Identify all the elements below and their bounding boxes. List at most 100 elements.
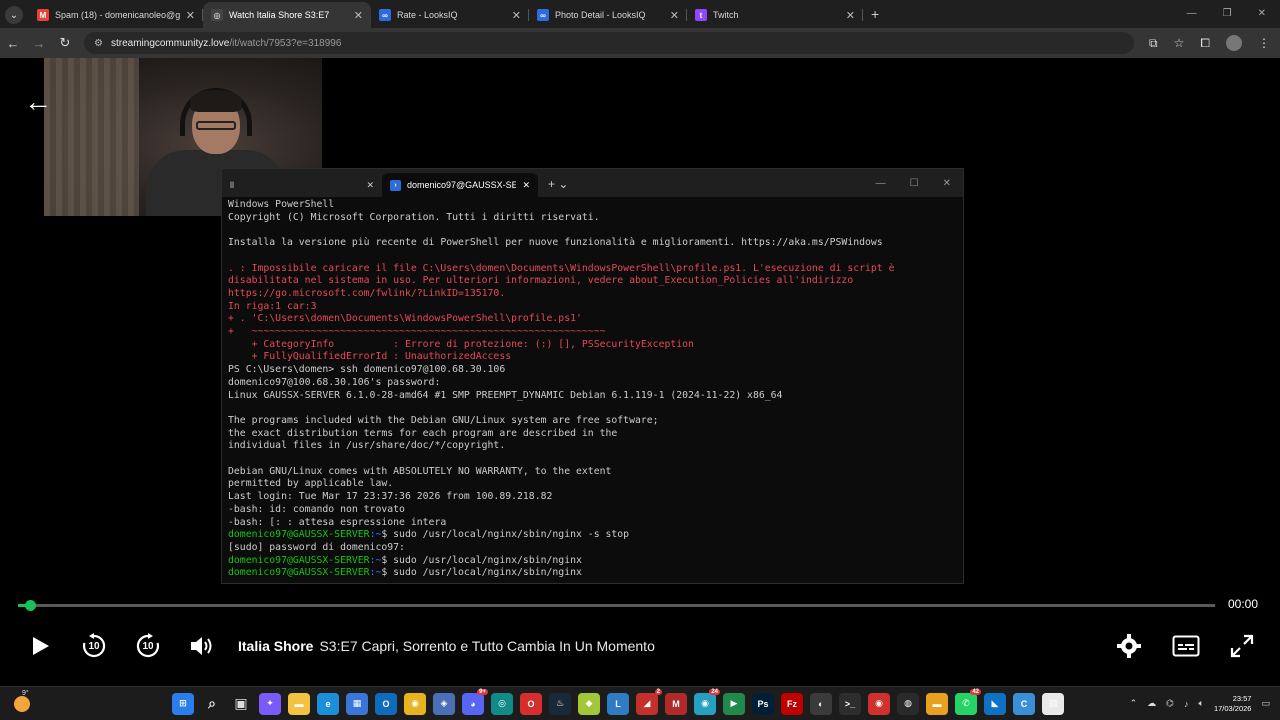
browser-tab[interactable]: ◎ Watch Italia Shore S3:E7 ✕ — [203, 2, 371, 28]
close-icon[interactable]: ✕ — [943, 178, 951, 189]
seek-bar[interactable] — [18, 600, 1215, 611]
profile-avatar[interactable] — [1226, 35, 1242, 51]
close-icon[interactable]: ✕ — [366, 180, 374, 191]
reload-icon[interactable]: ↻ — [52, 35, 78, 51]
terminal-line: disabilitata nel sistema in uso. Per ult… — [228, 275, 854, 287]
store-icon[interactable]: ▦ — [346, 692, 368, 715]
start-icon[interactable]: ⊞ — [172, 692, 194, 715]
forward-10-icon[interactable]: 10 — [134, 632, 162, 660]
back-icon[interactable]: ← — [0, 36, 26, 51]
photoshop-icon[interactable]: Ps — [752, 692, 774, 715]
clock[interactable]: 23:57 17/03/2026 — [1214, 694, 1252, 714]
menu-icon[interactable]: ⋮ — [1258, 36, 1270, 50]
close-icon[interactable]: ✕ — [1258, 8, 1266, 19]
notifications-icon[interactable]: ▭ — [1261, 698, 1270, 709]
volume-icon[interactable] — [188, 634, 216, 658]
terminal-tab[interactable]: ll ✕ — [222, 173, 382, 197]
back-arrow-icon[interactable]: ← — [24, 86, 52, 118]
cloud-icon[interactable]: ☁ — [1147, 698, 1156, 709]
speaker-icon[interactable]: 🔈︎ — [1199, 698, 1204, 709]
app-icon[interactable]: ◆ — [578, 692, 600, 715]
chrome-icon[interactable]: ◉ — [404, 692, 426, 715]
browser-tab[interactable]: M Spam (18) - domenicanoleo@gmail.com ✕ — [29, 2, 203, 28]
video-player[interactable]: ← ll ✕ › domenico97@GAUSSX-SERVE ✕ + ⌄ —… — [0, 58, 1280, 686]
extensions-icon[interactable]: ⧠ — [1200, 36, 1210, 51]
terminal-line: [sudo] password di domenico97: — [228, 541, 405, 553]
terminal-tab-title: ll — [230, 180, 234, 190]
tab-separator — [862, 9, 863, 21]
system-tray: ⌃ ☁ ⌬ ♪ 🔈︎ 23:57 17/03/2026 ▭ — [1130, 694, 1280, 714]
close-icon[interactable]: ✕ — [354, 9, 363, 22]
terminal-tab-active[interactable]: › domenico97@GAUSSX-SERVE ✕ — [382, 173, 538, 197]
steam-icon[interactable]: ♨ — [549, 692, 571, 715]
app-icon[interactable]: ◎ — [491, 692, 513, 715]
terminal-new-tab-button[interactable]: + ⌄ — [538, 177, 576, 197]
close-icon[interactable]: ✕ — [846, 9, 855, 22]
seek-handle[interactable] — [24, 600, 36, 611]
weather-widget[interactable]: 9° — [0, 690, 44, 712]
browser-tab-title: Spam (18) - domenicanoleo@gmail.com — [55, 10, 180, 20]
app-icon[interactable]: C — [1013, 692, 1035, 715]
app-icon[interactable]: ▶ — [723, 692, 745, 715]
bookmark-star-icon[interactable]: ☆ — [1174, 36, 1185, 50]
browser-tab[interactable]: ∞ Photo Detail - LooksIQ ✕ — [529, 2, 687, 28]
app-icon[interactable]: ◈ — [433, 692, 455, 715]
app-icon[interactable]: ◉ 24 — [694, 688, 720, 715]
subtitles-icon[interactable] — [1172, 635, 1200, 657]
terminal-icon[interactable]: >_ — [839, 692, 861, 715]
browser-tab[interactable]: t Twitch ✕ — [687, 2, 863, 28]
outlook-icon[interactable]: O — [375, 692, 397, 715]
play-icon[interactable] — [28, 634, 52, 658]
app-icon[interactable]: L — [607, 692, 629, 715]
settings-gear-icon[interactable] — [1116, 633, 1142, 659]
notification-badge: 2 — [654, 688, 662, 695]
vscode-icon[interactable]: ◣ — [984, 692, 1006, 715]
whatsapp-icon[interactable]: ✆ 42 — [955, 688, 981, 715]
browser-tab[interactable]: ∞ Rate - LooksIQ ✕ — [371, 2, 529, 28]
minimize-icon[interactable]: — — [1187, 8, 1197, 19]
opera-icon[interactable]: O — [520, 692, 542, 715]
network-icon[interactable]: ⌬ — [1166, 698, 1174, 709]
address-bar[interactable]: ⚙ streamingcommunityz.love/it/watch/7953… — [84, 32, 1134, 54]
discord-icon[interactable]: ◕ 9+ — [462, 688, 488, 715]
app-icon[interactable]: ◐ — [810, 692, 832, 715]
task-view-icon[interactable]: ▣ — [230, 693, 252, 715]
search-icon[interactable]: ⌕ — [201, 693, 223, 715]
new-tab-button[interactable]: + — [863, 6, 887, 28]
site-info-icon[interactable]: ⚙ — [94, 38, 103, 49]
maximize-icon[interactable]: ❐ — [1223, 8, 1232, 19]
terminal-line: domenico97@100.68.30.106's password: — [228, 376, 441, 388]
app-icon[interactable]: ▬ — [926, 692, 948, 715]
app-icon[interactable]: ▤ — [1042, 692, 1064, 715]
terminal-output[interactable]: Windows PowerShell Copyright (C) Microsof… — [222, 197, 963, 583]
file-explorer-icon[interactable]: ▬ — [288, 692, 310, 715]
terminal-line: + ~~~~~~~~~~~~~~~~~~~~~~~~~~~~~~~~~~~~~~… — [228, 326, 606, 338]
cast-icon[interactable]: ⧉ — [1149, 36, 1158, 51]
browser-tab-title: Twitch — [713, 10, 739, 20]
app-icon[interactable]: M — [665, 692, 687, 715]
fullscreen-icon[interactable] — [1230, 634, 1254, 658]
command-text: $ sudo /usr/local/nginx/sbin/nginx -s st… — [381, 529, 630, 541]
weather-temp: 9° — [22, 689, 29, 697]
close-icon[interactable]: ✕ — [670, 9, 679, 22]
rewind-10-icon[interactable]: 10 — [80, 632, 108, 660]
close-icon[interactable]: ✕ — [186, 9, 195, 22]
minimize-icon[interactable]: — — [876, 178, 886, 189]
maximize-icon[interactable]: ☐ — [910, 178, 919, 189]
close-icon[interactable]: ✕ — [512, 9, 521, 22]
terminal-line: + . 'C:\Users\domen\Documents\WindowsPow… — [228, 313, 582, 325]
forward-icon[interactable]: → — [26, 36, 52, 51]
tray-overflow-icon[interactable]: ⌃ — [1130, 698, 1138, 709]
episode-title: S3:E7 Capri, Sorrento e Tutto Cambia In … — [319, 638, 655, 654]
tab-search-dropdown-icon[interactable]: ⌄ — [5, 6, 23, 24]
app-icon[interactable]: ◢ 2 — [636, 688, 662, 715]
microphone-icon[interactable]: ♪ — [1184, 699, 1189, 709]
close-icon[interactable]: ✕ — [522, 180, 530, 191]
edge-icon[interactable]: e — [317, 692, 339, 715]
filezilla-icon[interactable]: Fz — [781, 692, 803, 715]
prompt-path: :~ — [369, 554, 382, 566]
terminal-line: . : Impossibile caricare il file C:\User… — [228, 262, 895, 274]
app-icon[interactable]: ◍ — [897, 692, 919, 715]
copilot-icon[interactable]: ✦ — [259, 692, 281, 715]
app-icon[interactable]: ◉ — [868, 692, 890, 715]
